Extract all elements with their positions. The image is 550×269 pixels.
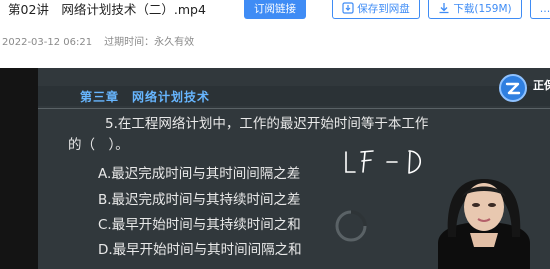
option-b: B.最迟完成时间与其持续时间之差 bbox=[98, 192, 301, 208]
save-to-disk-icon bbox=[342, 2, 354, 14]
brand-logo-text: 正保 bbox=[533, 79, 550, 92]
file-header: 第02讲 网络计划技术（二）.mp4 2022-03-12 06:21 过期时间：… bbox=[0, 0, 550, 60]
save-label: 保存到网盘 bbox=[357, 3, 410, 15]
save-to-disk-button[interactable]: 保存到网盘 bbox=[332, 0, 420, 19]
chapter-title: 第三章 网络计划技术 bbox=[80, 90, 211, 104]
file-title: 第02讲 网络计划技术（二）.mp4 bbox=[8, 2, 206, 17]
subscribe-button[interactable]: 订阅链接 bbox=[244, 0, 306, 19]
download-icon bbox=[439, 3, 449, 14]
option-c: C.最早开始时间与其持续时间之和 bbox=[98, 217, 301, 233]
more-button[interactable]: … bbox=[530, 0, 550, 19]
question-line-1: 5.在工程网络计划中，工作的最迟开始时间等于本工作 bbox=[105, 116, 429, 132]
subscribe-label: 订阅链接 bbox=[254, 3, 296, 15]
video-player[interactable]: 第三章 网络计划技术 正保 5.在工程网络计划中，工作的最迟开始时间等于本工作 … bbox=[0, 68, 550, 269]
handwritten-annotation bbox=[345, 150, 422, 174]
file-meta: 2022-03-12 06:21 过期时间：永久有效 bbox=[2, 33, 194, 48]
download-label: 下载(159M) bbox=[453, 3, 512, 15]
chapter-divider bbox=[38, 108, 550, 109]
more-label: … bbox=[539, 3, 550, 15]
expire-info: 过期时间：永久有效 bbox=[104, 37, 195, 48]
lecture-slide: 第三章 网络计划技术 正保 5.在工程网络计划中，工作的最迟开始时间等于本工作 … bbox=[38, 68, 550, 269]
loading-spinner-icon bbox=[335, 210, 367, 242]
presenter-video bbox=[438, 179, 530, 269]
download-button[interactable]: 下载(159M) bbox=[428, 0, 522, 19]
upload-date: 2022-03-12 06:21 bbox=[2, 37, 93, 48]
option-a: A.最迟完成时间与其时间间隔之差 bbox=[98, 166, 301, 182]
brand-logo-icon bbox=[499, 74, 527, 102]
chapter-bar: 第三章 网络计划技术 bbox=[38, 86, 550, 109]
option-d: D.最早开始时间与其时间间隔之和 bbox=[98, 242, 302, 258]
